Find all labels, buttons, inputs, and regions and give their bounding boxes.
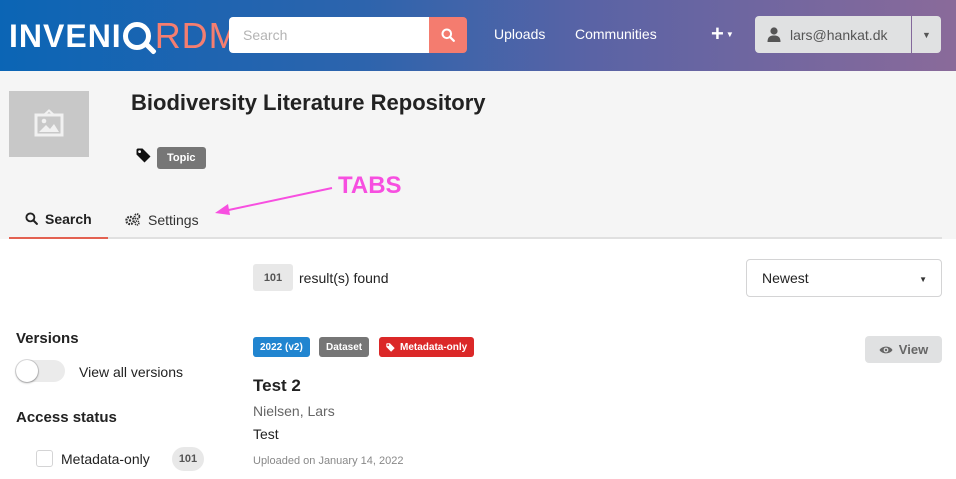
facet-versions-title: Versions xyxy=(16,330,79,347)
invenio-rdm-logo[interactable]: INVENI RDM xyxy=(9,15,240,56)
logo-accent: RDM xyxy=(154,15,240,56)
search-icon xyxy=(25,212,38,225)
tab-settings[interactable]: Settings xyxy=(125,200,199,239)
new-upload-menu[interactable]: + ▼ xyxy=(711,21,734,46)
toggle-knob xyxy=(16,360,38,382)
community-logo-placeholder xyxy=(9,91,89,157)
nav-communities-link[interactable]: Communities xyxy=(575,26,657,42)
tag-icon xyxy=(136,148,151,163)
cogs-icon xyxy=(125,213,141,226)
resource-type-label: Dataset xyxy=(319,337,370,357)
record-author: Nielsen, Lars xyxy=(253,403,335,419)
view-all-versions-label[interactable]: View all versions xyxy=(79,364,183,380)
record-description: Test xyxy=(253,426,279,442)
record-upload-date: Uploaded on January 14, 2022 xyxy=(253,455,404,467)
logo-magnifier-o xyxy=(122,22,151,50)
version-label: 2022 (v2) xyxy=(253,337,310,357)
sort-selected-value: Newest xyxy=(762,270,809,286)
access-status-label: Metadata-only xyxy=(379,337,475,357)
search-icon xyxy=(441,28,455,42)
user-email: lars@hankat.dk xyxy=(790,26,888,43)
user-menu-dropdown[interactable]: ▼ xyxy=(912,16,941,53)
results-count-badge: 101 xyxy=(253,264,293,291)
sort-dropdown[interactable]: Newest ▼ xyxy=(746,259,942,297)
search-button[interactable] xyxy=(429,17,467,53)
results-found-text: result(s) found xyxy=(299,270,389,286)
chevron-down-icon: ▼ xyxy=(919,275,927,284)
plus-icon: + xyxy=(711,21,724,46)
topic-badge[interactable]: Topic xyxy=(157,147,206,169)
chevron-down-icon: ▼ xyxy=(725,29,734,39)
logo-text: INVENI xyxy=(9,17,122,54)
metadata-only-label[interactable]: Metadata-only xyxy=(61,451,150,467)
top-navbar: INVENI RDM Uploads Communities + ▼ lars@… xyxy=(0,0,956,71)
user-icon xyxy=(767,27,781,42)
metadata-only-checkbox[interactable] xyxy=(36,450,53,467)
tag-icon xyxy=(386,342,395,352)
record-title-link[interactable]: Test 2 xyxy=(253,376,301,396)
tab-search-label: Search xyxy=(45,210,92,227)
view-record-button[interactable]: View xyxy=(865,336,942,363)
search-field[interactable] xyxy=(229,17,430,53)
nav-uploads-link[interactable]: Uploads xyxy=(494,26,545,42)
eye-icon xyxy=(879,346,893,353)
tab-search[interactable]: Search xyxy=(9,200,108,239)
view-button-label: View xyxy=(898,342,929,357)
community-title: Biodiversity Literature Repository xyxy=(131,90,486,115)
community-tabs: Search Settings xyxy=(9,200,942,239)
metadata-only-count: 101 xyxy=(172,447,204,471)
access-status-text: Metadata-only xyxy=(400,341,468,353)
search-input[interactable] xyxy=(229,17,430,53)
user-menu-button[interactable]: lars@hankat.dk xyxy=(755,16,911,53)
tabs-annotation-label: TABS xyxy=(338,172,402,199)
facet-access-status-title: Access status xyxy=(16,409,117,426)
chevron-down-icon: ▼ xyxy=(922,29,931,40)
image-icon xyxy=(34,109,64,137)
tab-settings-label: Settings xyxy=(148,211,199,228)
view-all-versions-toggle[interactable] xyxy=(16,360,65,382)
